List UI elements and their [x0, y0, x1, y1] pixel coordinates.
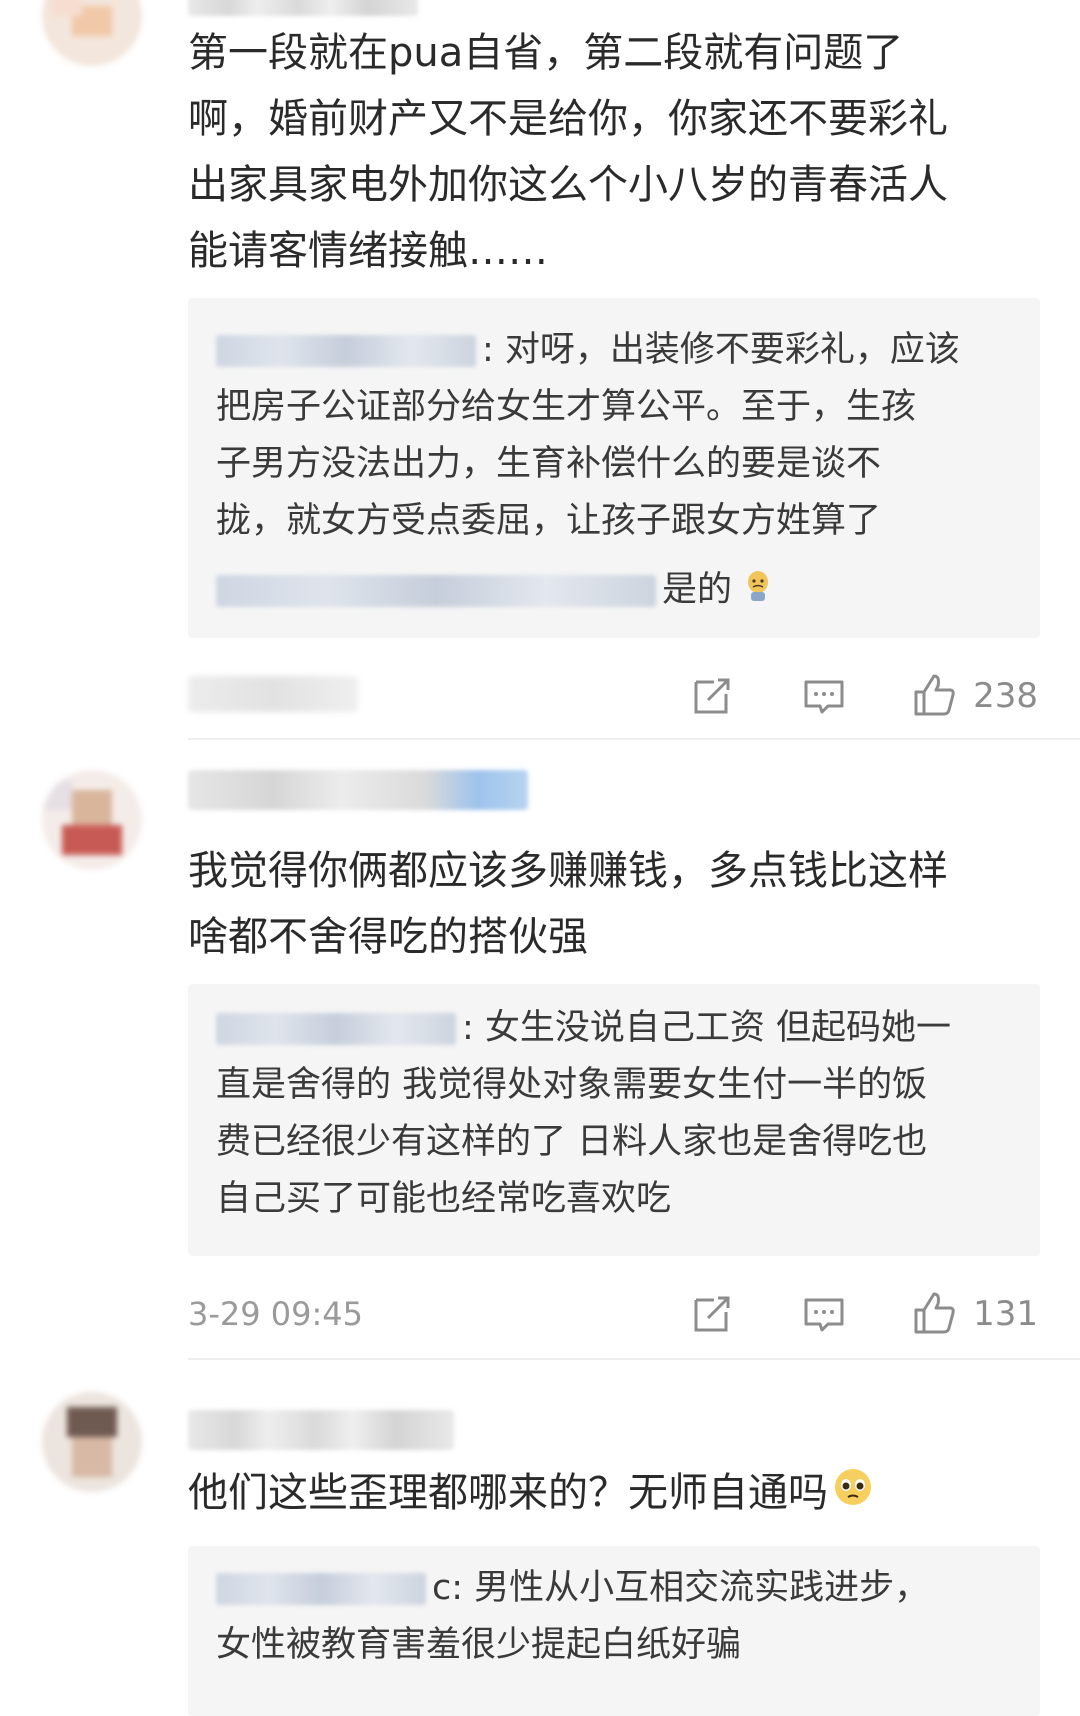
username[interactable] [188, 1410, 454, 1450]
pleading-emoji-icon [832, 1462, 874, 1528]
reply-username[interactable] [216, 1573, 426, 1605]
reply-text: 女性被教育害羞很少提起白纸好骗 [216, 1625, 742, 1665]
reply-text: c: 男性从小互相交流实践进步， [216, 1560, 1016, 1617]
reply-box[interactable]: c: 男性从小互相交流实践进步， 女性被教育害羞很少提起白纸好骗 [188, 1546, 1040, 1716]
comment-text: 他们这些歪理都哪来的？无师自通吗 [188, 1460, 1048, 1528]
avatar[interactable] [42, 1392, 142, 1492]
comment-card: 他们这些歪理都哪来的？无师自通吗 c: 男性从小互相交流实践进步， 女性被教育害… [0, 0, 1080, 1716]
